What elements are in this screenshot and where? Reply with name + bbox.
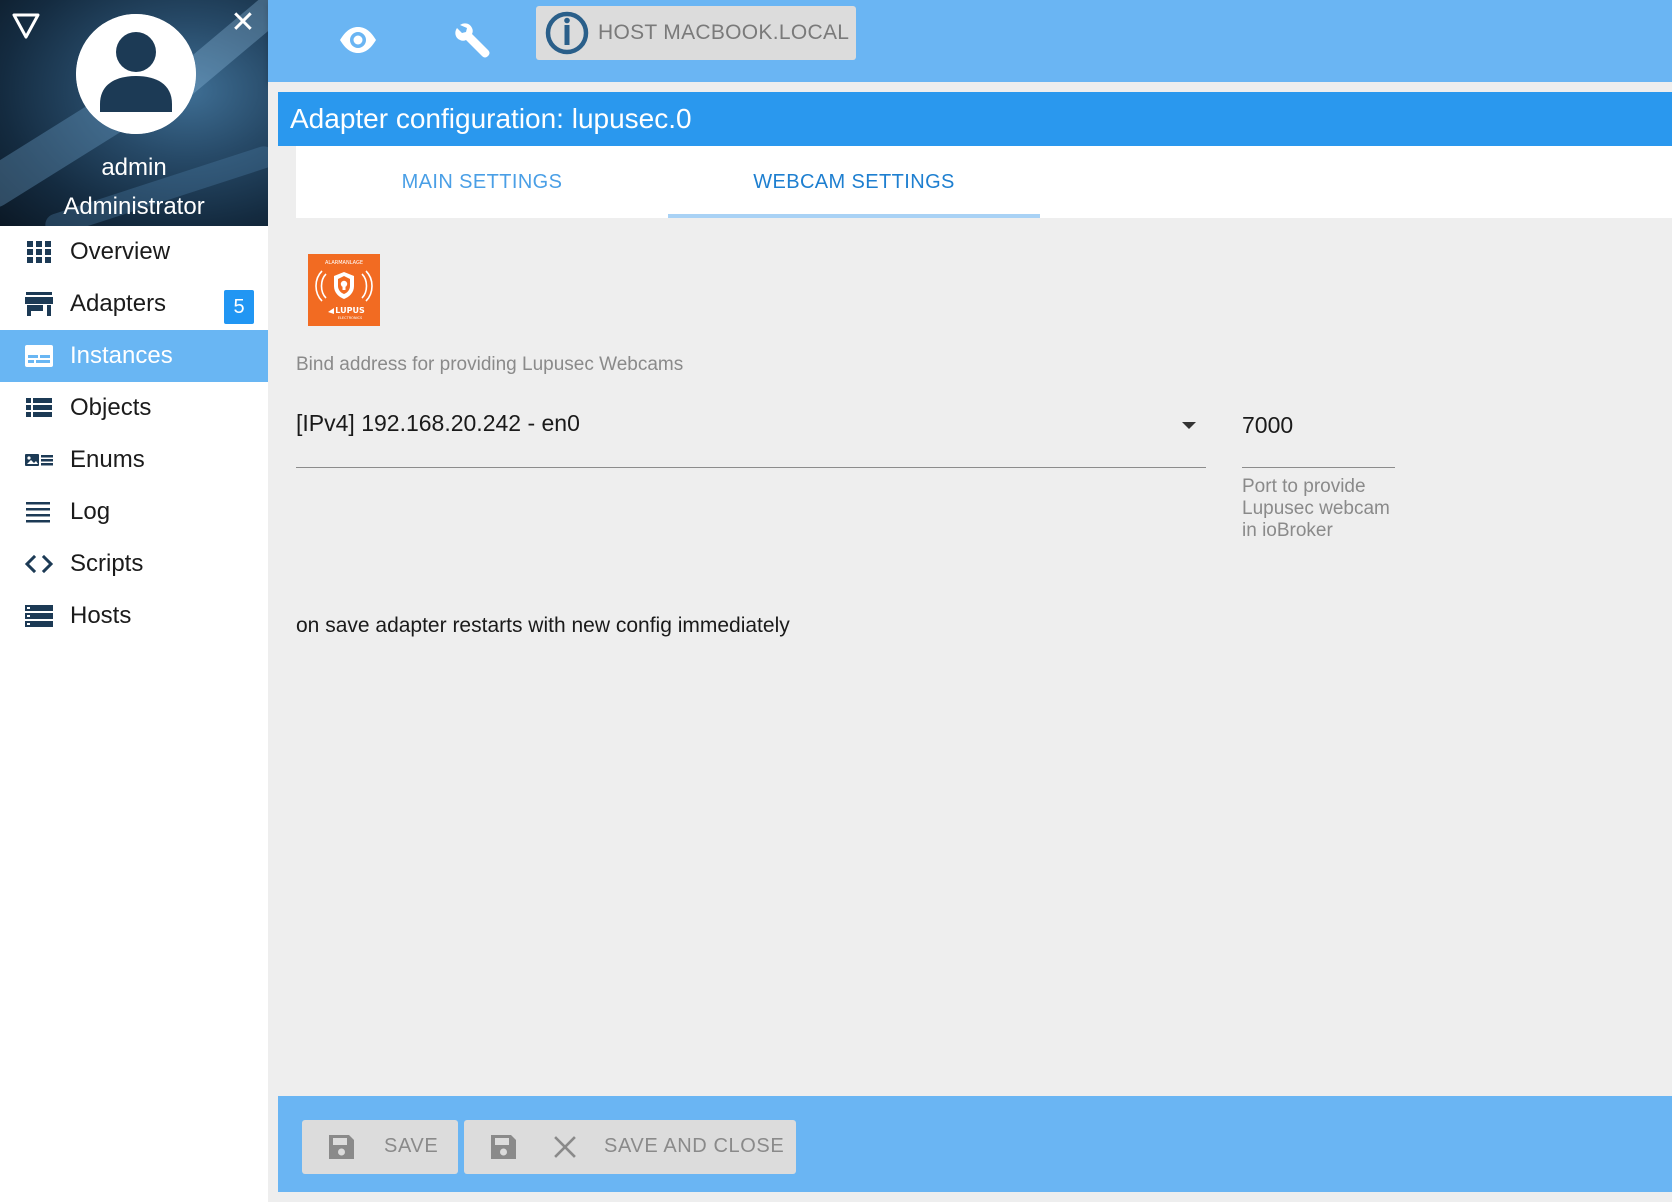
- save-and-close-button[interactable]: SAVE AND CLOSE: [464, 1120, 796, 1174]
- close-icon: [554, 1136, 576, 1158]
- lines-icon: [26, 502, 50, 523]
- lupusec-adapter-logo: ALARMANLAGE LUPUS ELECTRONICS: [308, 254, 380, 326]
- save-note: on save adapter restarts with new config…: [296, 614, 790, 637]
- page-title: Adapter configuration: lupusec.0: [290, 103, 692, 134]
- sidebar-header: ✕ admin Administrator: [0, 0, 268, 226]
- list-icon: [26, 398, 52, 417]
- sidebar-item-log[interactable]: Log: [0, 486, 268, 538]
- sidebar: ✕ admin Administrator Overview Adapters …: [0, 0, 268, 1202]
- bind-address-select[interactable]: [IPv4] 192.168.20.242 - en0: [296, 400, 1206, 468]
- sidebar-item-label: Overview: [70, 238, 171, 265]
- eye-icon: [340, 27, 376, 53]
- grid-icon: [27, 241, 51, 263]
- port-input[interactable]: 7000: [1242, 400, 1395, 468]
- code-icon: [24, 554, 54, 574]
- top-app-bar: HOST MACBOOK.LOCAL: [268, 0, 1672, 82]
- logo-sub-text: ELECTRONICS: [338, 316, 363, 320]
- host-button[interactable]: HOST MACBOOK.LOCAL: [536, 6, 856, 60]
- sidebar-item-instances[interactable]: Instances: [0, 330, 268, 382]
- user-avatar-icon: [76, 14, 196, 134]
- iobroker-logo-icon: [545, 11, 589, 55]
- sidebar-item-objects[interactable]: Objects: [0, 382, 268, 434]
- logo-brand-text: LUPUS: [335, 306, 365, 315]
- main-content: Adapter configuration: lupusec.0 MAIN SE…: [268, 82, 1672, 1202]
- sidebar-item-overview[interactable]: Overview: [0, 226, 268, 278]
- tab-webcam-settings[interactable]: WEBCAM SETTINGS: [668, 146, 1040, 218]
- sidebar-item-enums[interactable]: Enums: [0, 434, 268, 486]
- triangle-logo-icon[interactable]: [12, 12, 40, 40]
- user-name: admin: [101, 154, 167, 181]
- instances-icon: [25, 345, 53, 367]
- server-icon: [25, 605, 53, 627]
- floppy-disk-icon: [491, 1135, 516, 1159]
- bind-address-label: Bind address for providing Lupusec Webca…: [296, 354, 684, 375]
- tab-label: WEBCAM SETTINGS: [753, 171, 955, 193]
- port-value: 7000: [1242, 412, 1294, 438]
- store-icon: [25, 292, 53, 316]
- lupus-alarm-logo-icon: ALARMANLAGE LUPUS ELECTRONICS: [308, 254, 380, 326]
- config-title-bar: Adapter configuration: lupusec.0: [278, 92, 1672, 146]
- wrench-button[interactable]: [450, 16, 498, 64]
- enum-icon: [25, 454, 53, 466]
- save-button-label: SAVE: [384, 1135, 439, 1157]
- host-label: HOST MACBOOK.LOCAL: [598, 21, 850, 44]
- save-button[interactable]: SAVE: [302, 1120, 458, 1174]
- sidebar-item-label: Enums: [70, 446, 145, 473]
- sidebar-item-label: Hosts: [70, 602, 132, 629]
- sidebar-item-hosts[interactable]: Hosts: [0, 590, 268, 642]
- wrench-icon: [455, 23, 490, 58]
- bind-address-value: [IPv4] 192.168.20.242 - en0: [296, 410, 580, 436]
- save-and-close-button-label: SAVE AND CLOSE: [604, 1135, 785, 1157]
- dropdown-arrow-icon: [1182, 422, 1196, 429]
- tab-main-settings[interactable]: MAIN SETTINGS: [296, 146, 668, 218]
- sidebar-item-label: Adapters: [70, 290, 167, 317]
- sidebar-item-label: Scripts: [70, 550, 144, 577]
- sidebar-item-label: Instances: [70, 342, 173, 369]
- logo-top-text: ALARMANLAGE: [325, 260, 363, 266]
- sidebar-item-label: Objects: [70, 394, 152, 421]
- tab-label: MAIN SETTINGS: [401, 171, 563, 193]
- sidebar-item-scripts[interactable]: Scripts: [0, 538, 268, 590]
- adapters-update-badge: 5: [224, 290, 254, 324]
- avatar: [76, 14, 196, 134]
- footer-bar: SAVE SAVE AND CLOSE: [278, 1096, 1672, 1192]
- user-role: Administrator: [63, 193, 205, 220]
- sidebar-item-label: Log: [70, 498, 111, 525]
- settings-tabs: MAIN SETTINGS WEBCAM SETTINGS: [296, 146, 1672, 218]
- eye-button[interactable]: [334, 16, 382, 64]
- port-helper-text: Port to provide Lupusec webcam in ioBrok…: [1242, 476, 1390, 541]
- close-drawer-icon[interactable]: ✕: [228, 8, 258, 38]
- sidebar-menu: Overview Adapters Instances Objects Enum…: [0, 226, 268, 642]
- floppy-disk-icon: [329, 1135, 354, 1159]
